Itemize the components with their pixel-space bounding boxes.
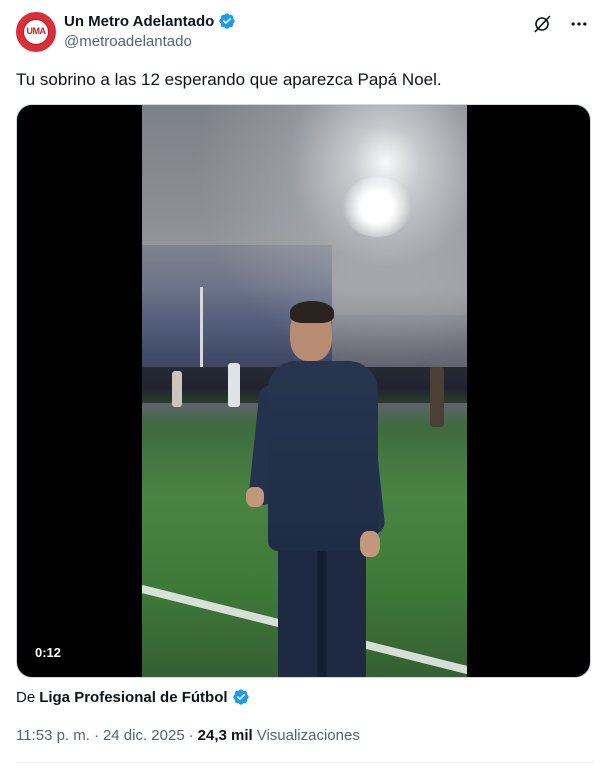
tweet-meta: 11:53 p. m. · 24 dic. 2025 · 24,3 mil Vi… [16, 727, 360, 744]
views-label: Visualizaciones [256, 727, 360, 744]
tweet-date[interactable]: 24 dic. 2025 [103, 727, 185, 744]
background-figure [430, 367, 444, 427]
left-hand [246, 487, 264, 507]
tweet-card: UMA Un Metro Adelantado @metroadelantado… [0, 0, 610, 768]
legs [278, 545, 366, 677]
tweet-header: UMA Un Metro Adelantado @metroadelantado [16, 10, 594, 58]
video-duration: 0:12 [35, 645, 62, 660]
avatar-logo: UMA [23, 19, 49, 45]
right-hand [360, 531, 380, 557]
avatar-text: UMA [26, 26, 47, 36]
tweet-time[interactable]: 11:53 p. m. [16, 727, 90, 744]
meta-separator: · [93, 727, 99, 744]
verified-badge-icon [232, 689, 249, 705]
background-figure [172, 371, 182, 407]
more-options-icon[interactable] [568, 14, 590, 34]
background-figure [228, 363, 240, 407]
verified-badge-icon [219, 13, 235, 29]
hair [290, 301, 334, 323]
coach-figure [246, 301, 386, 677]
display-name-row: Un Metro Adelantado [64, 10, 236, 32]
views-count: 24,3 mil [197, 727, 253, 744]
goal-pole [200, 287, 203, 377]
display-name[interactable]: Un Metro Adelantado [64, 13, 214, 30]
video-player[interactable]: 0:12 [16, 104, 591, 678]
video-frame [142, 105, 467, 677]
user-block: Un Metro Adelantado @metroadelantado [64, 10, 236, 50]
floodlight [342, 177, 412, 237]
grok-icon[interactable] [532, 14, 552, 34]
suit-jacket [268, 361, 378, 551]
source-prefix: De [16, 688, 36, 706]
source-name-link[interactable]: Liga Profesional de Fútbol [39, 689, 227, 706]
divider [16, 762, 594, 763]
avatar[interactable]: UMA [16, 12, 56, 52]
source-attribution: De Liga Profesional de Fútbol [16, 688, 250, 706]
user-handle[interactable]: @metroadelantado [64, 33, 236, 50]
tweet-text: Tu sobrino a las 12 esperando que aparez… [16, 70, 442, 89]
meta-separator: · [188, 727, 194, 744]
